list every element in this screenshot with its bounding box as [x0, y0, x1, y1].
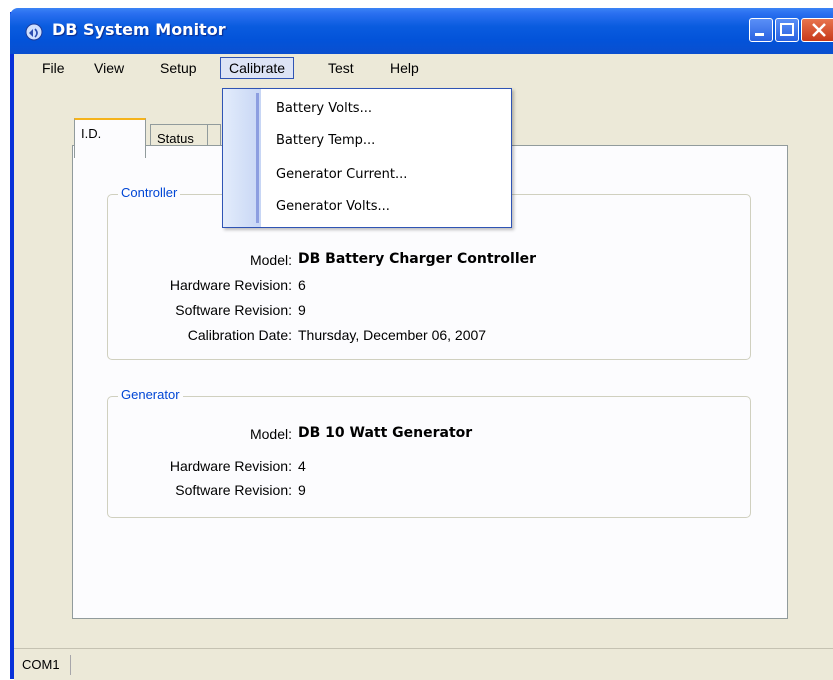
menu-item-battery-temp[interactable]: Battery Temp... [276, 127, 375, 155]
controller-group-title: Controller [118, 185, 181, 200]
calibrate-dropdown: Battery Volts... Battery Temp... Generat… [222, 88, 512, 228]
controller-hw-label: Hardware Revision: [169, 277, 292, 293]
menu-view[interactable]: View [86, 58, 132, 78]
menu-bar: File View Setup Calibrate Test Help [14, 54, 833, 82]
window-title: DB System Monitor [52, 20, 226, 39]
app-window: DB System Monitor File View Setup Calibr… [10, 8, 833, 680]
generator-model-label: Model: [249, 426, 292, 442]
menu-setup[interactable]: Setup [152, 58, 205, 78]
generator-group: Generator Model: DB 10 Watt Generator Ha… [107, 387, 751, 518]
controller-model-label: Model: [249, 252, 292, 268]
controller-cal-label: Calibration Date: [187, 327, 292, 343]
close-button[interactable] [801, 18, 833, 42]
controller-sw-label: Software Revision: [175, 302, 292, 318]
controller-model-value: DB Battery Charger Controller [298, 251, 537, 267]
generator-sw-label: Software Revision: [175, 482, 292, 498]
menu-item-generator-volts[interactable]: Generator Volts... [276, 193, 390, 221]
app-icon [24, 22, 44, 42]
controller-sw-value: 9 [298, 302, 306, 318]
tab-id[interactable]: I.D. [74, 118, 146, 158]
title-bar[interactable]: DB System Monitor [10, 8, 833, 54]
menu-item-battery-volts[interactable]: Battery Volts... [276, 95, 372, 123]
dropdown-gutter-bar [256, 93, 259, 223]
minimize-button[interactable] [749, 18, 773, 42]
generator-group-title: Generator [118, 387, 183, 402]
generator-hw-value: 4 [298, 458, 306, 474]
tab-id-label: I.D. [81, 126, 102, 141]
generator-model-value: DB 10 Watt Generator [298, 425, 473, 441]
status-bar: COM1 [14, 648, 833, 680]
maximize-button[interactable] [775, 18, 799, 42]
menu-item-generator-current[interactable]: Generator Current... [276, 161, 407, 189]
controller-cal-value: Thursday, December 06, 2007 [298, 327, 487, 343]
controller-hw-value: 6 [298, 277, 306, 293]
menu-help[interactable]: Help [382, 58, 427, 78]
tab-status-label: Status [157, 131, 194, 146]
menu-test[interactable]: Test [320, 58, 362, 78]
generator-hw-label: Hardware Revision: [169, 458, 292, 474]
generator-sw-value: 9 [298, 482, 306, 498]
menu-file[interactable]: File [34, 58, 73, 78]
status-port: COM1 [22, 655, 71, 675]
menu-calibrate[interactable]: Calibrate [220, 57, 295, 79]
